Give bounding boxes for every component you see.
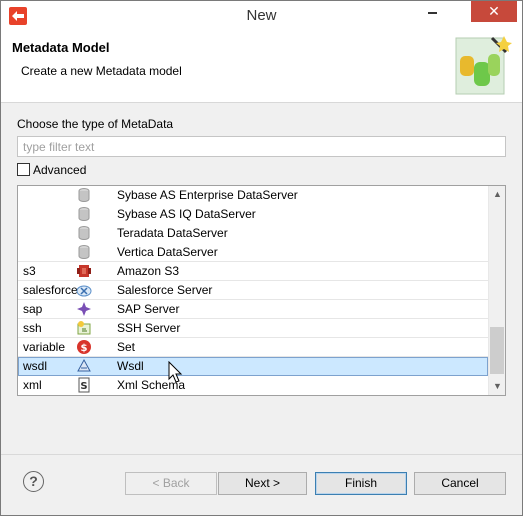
list-scrollbar[interactable]: ▲ ▼ [488, 186, 505, 395]
page-title: Metadata Model [12, 40, 110, 55]
svg-text:$: $ [81, 343, 88, 354]
choose-type-label: Choose the type of MetaData [17, 117, 174, 131]
list-item-name: SSH Server [117, 321, 181, 335]
wsdl-icon [77, 358, 91, 372]
list-item[interactable]: salesforce Salesforce Server [18, 281, 488, 300]
list-item-category: wsdl [23, 359, 48, 373]
list-item[interactable]: sap SAP Server [18, 300, 488, 319]
close-button[interactable]: ✕ [471, 1, 517, 22]
minimize-icon [428, 12, 437, 14]
set-icon: $ [77, 340, 91, 354]
list-item[interactable]: Sybase AS Enterprise DataServer [18, 186, 488, 205]
list-item-category: xml [23, 378, 42, 392]
list-item-name: Sybase AS Enterprise DataServer [117, 188, 298, 202]
list-item-selected[interactable]: wsdl Wsdl [18, 357, 488, 376]
new-dialog-window: New ✕ Metadata Model Create a new Metada… [0, 0, 523, 516]
list-item-category: s3 [23, 264, 36, 278]
list-item-name: Sybase AS IQ DataServer [117, 207, 256, 221]
scrollbar-thumb[interactable] [490, 327, 504, 374]
list-item[interactable]: s3 Amazon S3 [18, 262, 488, 281]
list-item-name: Set [117, 340, 136, 354]
scroll-up-icon[interactable]: ▲ [489, 186, 505, 203]
list-item-name: Teradata DataServer [117, 226, 228, 240]
ssh-icon [77, 321, 91, 335]
advanced-checkbox[interactable] [17, 163, 30, 176]
list-item-category: salesforce [23, 283, 78, 297]
list-item[interactable]: Teradata DataServer [18, 224, 488, 243]
list-item-category: variable [23, 340, 66, 354]
mouse-cursor-icon [168, 361, 183, 383]
footer-divider [1, 454, 522, 455]
help-button[interactable]: ? [23, 471, 44, 492]
salesforce-icon [76, 285, 92, 297]
amazon-s3-icon [77, 265, 91, 277]
cancel-button[interactable]: Cancel [414, 472, 506, 495]
list-item-category: sap [23, 302, 43, 316]
database-icon [78, 207, 90, 221]
next-button[interactable]: Next > [218, 472, 307, 495]
list-item[interactable]: Sybase AS IQ DataServer [18, 205, 488, 224]
database-icon [78, 245, 90, 259]
sap-icon [77, 302, 91, 316]
page-description: Create a new Metadata model [21, 64, 182, 78]
database-icon [78, 188, 90, 202]
metadata-type-list[interactable]: Sybase AS Enterprise DataServer Sybase A… [17, 185, 506, 396]
database-icon [78, 226, 90, 240]
list-item-name: Amazon S3 [117, 264, 180, 278]
list-item-name: Wsdl [117, 359, 144, 373]
list-item[interactable]: variable $ Set [18, 338, 488, 357]
list-item-category: ssh [23, 321, 42, 335]
advanced-label: Advanced [33, 163, 87, 177]
wizard-header: Metadata Model Create a new Metadata mod… [1, 31, 522, 103]
list-item[interactable]: Vertica DataServer [18, 243, 488, 262]
svg-text:S: S [80, 381, 87, 392]
list-item-name: SAP Server [117, 302, 180, 316]
metadata-wizard-icon [455, 36, 512, 95]
list-item-name: Vertica DataServer [117, 245, 218, 259]
back-button[interactable]: < Back [125, 472, 217, 495]
filter-input[interactable] [17, 136, 506, 157]
xml-schema-icon: S [78, 377, 90, 393]
finish-button[interactable]: Finish [315, 472, 407, 495]
title-bar[interactable]: New ✕ [1, 1, 522, 31]
list-item-name: Salesforce Server [117, 283, 213, 297]
minimize-button[interactable] [419, 1, 445, 23]
scroll-down-icon[interactable]: ▼ [489, 378, 505, 395]
list-item[interactable]: ssh SSH Server [18, 319, 488, 338]
list-item[interactable]: xml S Xml Schema [18, 376, 488, 395]
